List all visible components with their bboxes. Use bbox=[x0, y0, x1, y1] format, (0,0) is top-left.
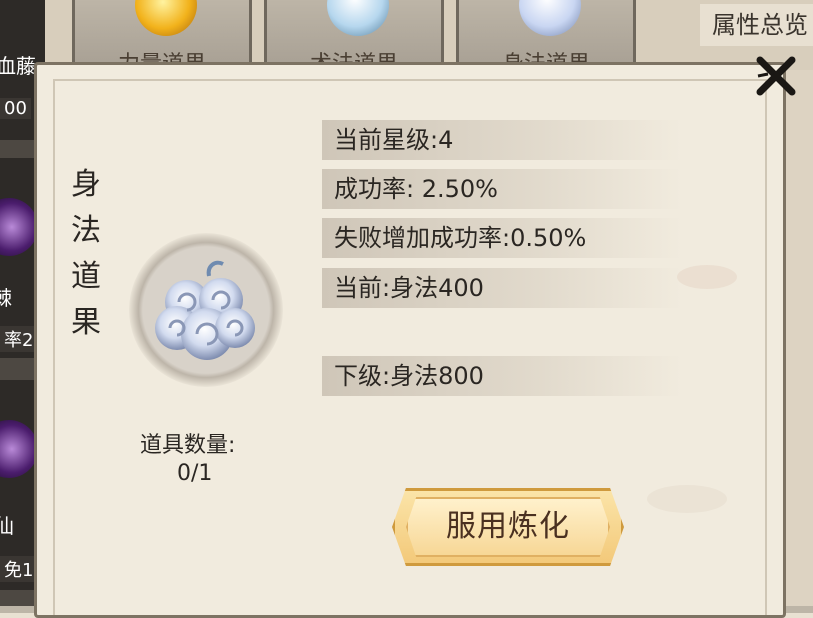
stat-success-rate: 成功率: 2.50% bbox=[322, 169, 682, 209]
stat-fail-bonus: 失败增加成功率:0.50% bbox=[322, 218, 682, 258]
left-item-value: 00 bbox=[0, 98, 31, 119]
tab-spell-fruit[interactable]: 术法道果 bbox=[264, 0, 444, 70]
tab-strength-fruit[interactable]: 力量道果 bbox=[72, 0, 252, 70]
paper-texture-mark bbox=[647, 485, 727, 513]
close-icon-graphic bbox=[756, 56, 796, 96]
cloud-devil-fruit-icon bbox=[155, 260, 255, 360]
dark-fruit-icon bbox=[0, 420, 38, 478]
stat-current-star: 当前星级:4 bbox=[322, 120, 682, 160]
item-tab-strip: 力量道果 术法道果 身法道果 bbox=[0, 0, 813, 70]
tab-agility-fruit[interactable]: 身法道果 bbox=[456, 0, 636, 70]
left-item-value: 率2 bbox=[0, 326, 38, 352]
left-item-value: 免1 bbox=[0, 556, 38, 582]
left-item-name: 棘 bbox=[0, 286, 12, 310]
attribute-overview-tab[interactable]: 属性总览 bbox=[700, 4, 813, 46]
left-item-name: 血藤 bbox=[0, 54, 36, 78]
item-count-label: 道具数量: bbox=[140, 433, 236, 458]
stat-current-value: 当前:身法400 bbox=[322, 268, 682, 308]
consume-button-label: 服用炼化 bbox=[446, 509, 570, 544]
paper-texture-mark bbox=[677, 265, 737, 289]
close-x-icon[interactable] bbox=[752, 52, 800, 100]
dark-fruit-icon bbox=[0, 198, 38, 256]
sun-fruit-icon bbox=[135, 0, 197, 36]
cloud-fruit-icon bbox=[519, 0, 581, 36]
consume-refine-button[interactable]: 服用炼化 bbox=[392, 488, 624, 566]
moon-fruit-icon bbox=[327, 0, 389, 36]
item-count-value: 0/1 bbox=[177, 461, 213, 486]
left-item-name: 仙 bbox=[0, 514, 14, 538]
stat-next-value: 下级:身法800 bbox=[322, 356, 682, 396]
item-name-vertical: 身法道果 bbox=[71, 167, 101, 340]
